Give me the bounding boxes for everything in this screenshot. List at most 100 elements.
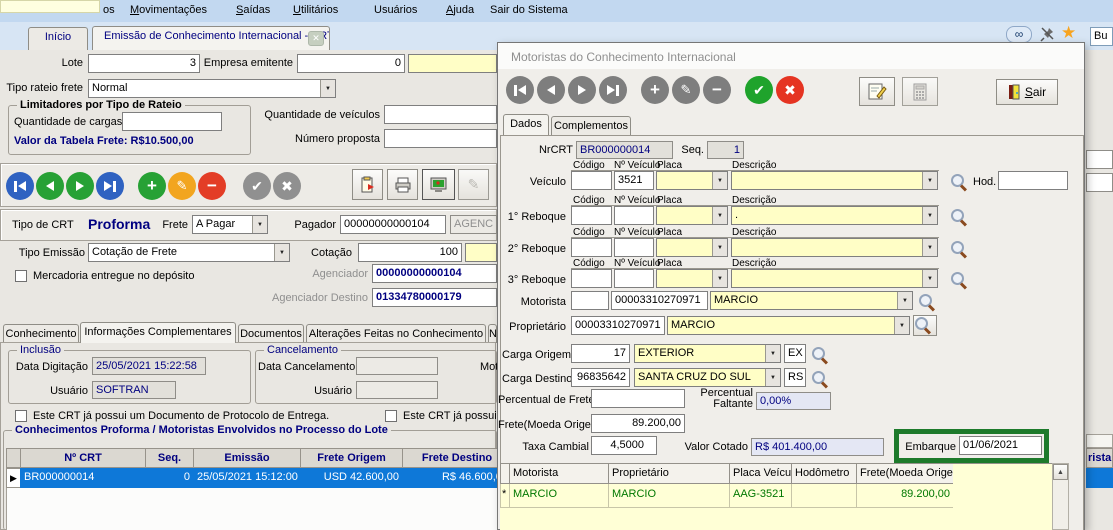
dgrid-cell-motorista[interactable]: MARCIO <box>509 484 609 508</box>
proprietario-documento-field[interactable]: 00003310270971 <box>571 316 665 335</box>
menu-item-saidas[interactable]: Saídas <box>236 4 270 16</box>
carga-destino-combo[interactable]: SANTA CRUZ DO SUL ▼ <box>634 368 781 387</box>
carga-origem-combo[interactable]: EXTERIOR ▼ <box>634 344 781 363</box>
tab-document[interactable]: Emissão de Conhecimento Internacional - … <box>92 26 330 50</box>
veiculo-nrveiculo-field[interactable]: 3521 <box>614 171 654 190</box>
print-button[interactable] <box>387 169 418 200</box>
grid-row-selector[interactable]: ▶ <box>6 468 21 488</box>
dgrid-header-frete[interactable]: Frete(Moeda Origem) <box>856 463 954 484</box>
menu-item-ajuda[interactable]: Ajuda <box>446 4 474 16</box>
dgrid-header-hodometro[interactable]: Hodômetro <box>791 463 857 484</box>
menu-item-sair-do-sistema[interactable]: Sair do Sistema <box>490 4 568 16</box>
reboque1-search-lookup-icon[interactable] <box>950 208 967 225</box>
agenciador-destino-field[interactable]: 01334780000179 <box>372 288 497 307</box>
next-record-button[interactable] <box>66 172 94 200</box>
dgrid-cell-proprietario[interactable]: MARCIO <box>608 484 730 508</box>
lote-field[interactable]: 3 <box>88 54 200 73</box>
reboque3-placa-combo[interactable]: ▼ <box>656 269 728 288</box>
grid-cell-frete-destino[interactable]: R$ 46.600,00 <box>402 468 512 488</box>
hodometro-field[interactable] <box>998 171 1068 190</box>
reboque3-descricao-combo[interactable]: ▼ <box>731 269 938 288</box>
chevron-down-icon[interactable]: ▼ <box>712 239 727 256</box>
prior-record-button[interactable] <box>36 172 64 200</box>
dgrid-header-motorista[interactable]: Motorista <box>509 463 609 484</box>
cotacao-extra-field[interactable] <box>465 243 497 262</box>
chevron-down-icon[interactable]: ▼ <box>712 207 727 224</box>
dgrid-header-placa[interactable]: Placa Veículo <box>729 463 792 484</box>
menu-item-utilitarios[interactable]: Utilitários <box>293 4 338 16</box>
carga-destino-search-lookup-icon[interactable] <box>811 370 828 387</box>
reboque2-nrveiculo-field[interactable] <box>614 238 654 257</box>
star-icon[interactable]: ★ <box>1061 23 1076 43</box>
scrollbar-up-button[interactable]: ▲ <box>1053 464 1068 480</box>
grid-header-frete-origem[interactable]: Frete Origem <box>300 448 403 468</box>
grid-cell-frete-origem[interactable]: USD 42.600,00 <box>300 468 403 488</box>
grid-header-nrcrt[interactable]: Nº CRT <box>20 448 146 468</box>
dgrid-scrollbar[interactable]: ▲ <box>1052 463 1069 530</box>
reboque3-nrveiculo-field[interactable] <box>614 269 654 288</box>
motorista-documento-field[interactable]: 00003310270971 <box>611 291 708 310</box>
grid-cell-nrcrt[interactable]: BR000000014 <box>20 468 146 488</box>
reboque3-codigo-field[interactable] <box>571 269 612 288</box>
grid-header-frete-destino[interactable]: Frete Destino <box>402 448 512 468</box>
chevron-down-icon[interactable]: ▼ <box>274 244 289 261</box>
empresa-descricao-field[interactable] <box>408 54 497 73</box>
cancel-record-button[interactable]: ✖ <box>776 76 804 104</box>
cotacao-field[interactable]: 100 <box>358 243 462 262</box>
grid-header-emissao[interactable]: Emissão <box>193 448 301 468</box>
signature-button[interactable] <box>859 77 895 106</box>
last-record-button[interactable] <box>96 172 124 200</box>
possui2-checkbox[interactable] <box>385 410 397 422</box>
chevron-down-icon[interactable]: ▼ <box>922 172 937 189</box>
edit-record-button[interactable]: ✎ <box>168 172 196 200</box>
carga-origem-search-lookup-icon[interactable] <box>811 346 828 363</box>
tipo-emissao-combo[interactable]: Cotação de Frete ▼ <box>88 243 290 262</box>
tab-cut-fragment[interactable]: N <box>488 324 497 343</box>
dgrid-cell-hodometro[interactable] <box>791 484 857 508</box>
motorista-search-lookup-icon[interactable] <box>918 293 935 310</box>
chevron-down-icon[interactable]: ▼ <box>922 270 937 287</box>
empresa-emitente-field[interactable]: 0 <box>297 54 405 73</box>
chevron-down-icon[interactable]: ▼ <box>922 207 937 224</box>
grid-cell-seq[interactable]: 0 <box>145 468 194 488</box>
delete-record-button[interactable]: − <box>198 172 226 200</box>
chevron-down-icon[interactable]: ▼ <box>712 270 727 287</box>
proprietario-nome-combo[interactable]: MARCIO ▼ <box>667 316 910 335</box>
frete-moeda-origem-field[interactable]: 89.200,00 <box>591 414 685 433</box>
motorista-codigo-field[interactable] <box>571 291 609 310</box>
frete-combo[interactable]: A Pagar ▼ <box>192 215 268 234</box>
reboque2-descricao-combo[interactable]: ▼ <box>731 238 938 257</box>
taxa-cambial-field[interactable]: 4,5000 <box>591 436 657 455</box>
mercadoria-checkbox[interactable] <box>15 270 27 282</box>
tab-inicio[interactable]: Início <box>28 27 88 50</box>
motorista-nome-combo[interactable]: MARCIO ▼ <box>710 291 913 310</box>
reboque1-codigo-field[interactable] <box>571 206 612 225</box>
menu-item-cadastros[interactable]: os <box>103 4 115 16</box>
tab-alteracoes[interactable]: Alterações Feitas no Conhecimento <box>306 324 486 343</box>
agenciador-field[interactable]: 00000000000104 <box>372 264 497 283</box>
first-record-button[interactable] <box>6 172 34 200</box>
dialog-titlebar[interactable]: Motoristas do Conhecimento Internacional <box>498 43 1084 69</box>
post-record-button[interactable]: ✔ <box>243 172 271 200</box>
pin-icon[interactable] <box>1040 26 1056 42</box>
chevron-down-icon[interactable]: ▼ <box>922 239 937 256</box>
tab-informacoes-complementares[interactable]: Informações Complementares <box>80 322 236 343</box>
proprietario-search-button[interactable] <box>913 315 937 336</box>
chevron-down-icon[interactable]: ▼ <box>765 345 780 362</box>
numero-proposta-field[interactable] <box>384 129 497 148</box>
chevron-down-icon[interactable]: ▼ <box>894 317 909 334</box>
veiculo-descricao-combo[interactable]: ▼ <box>731 171 938 190</box>
protocolo-checkbox[interactable] <box>15 410 27 422</box>
veiculo-placa-combo[interactable]: ▼ <box>656 171 728 190</box>
dgrid-header-proprietario[interactable]: Proprietário <box>608 463 730 484</box>
grid-cell-emissao[interactable]: 25/05/2021 15:12:00 <box>193 468 301 488</box>
dgrid-cell-placa[interactable]: AAG-3521 <box>729 484 792 508</box>
menu-item-movimentacoes[interactable]: Movimentações <box>130 4 207 16</box>
reboque1-nrveiculo-field[interactable] <box>614 206 654 225</box>
favorites-infinity-button[interactable]: ∞ <box>1006 26 1032 43</box>
reboque1-descricao-combo[interactable]: .▼ <box>731 206 938 225</box>
tab-conhecimento[interactable]: Conhecimento <box>3 324 79 343</box>
chevron-down-icon[interactable]: ▼ <box>252 216 267 233</box>
veiculo-search-lookup-icon[interactable] <box>950 173 967 190</box>
chevron-down-icon[interactable]: ▼ <box>712 172 727 189</box>
